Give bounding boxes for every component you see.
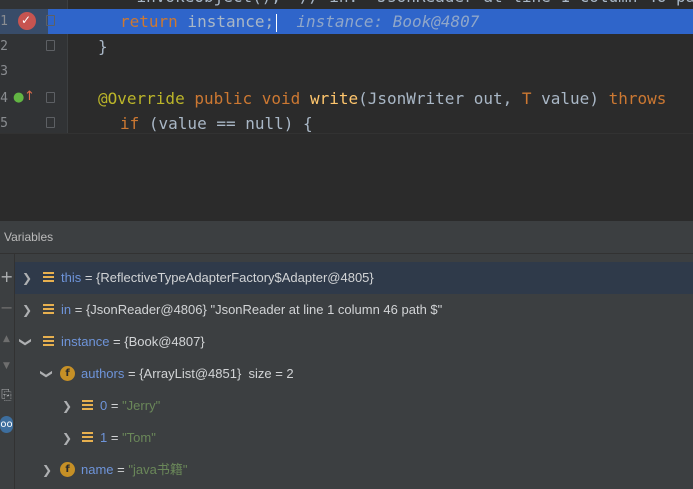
variable-name: name: [81, 462, 114, 477]
variable-value: = {Book@4807}: [109, 334, 205, 349]
move-up-icon[interactable]: ▲: [0, 331, 13, 347]
variable-name: in: [61, 302, 72, 317]
variable-entry: name = "java书籍": [81, 462, 187, 478]
line-number: 3: [0, 64, 8, 79]
annotation-override: @Override: [98, 89, 185, 108]
variables-header: Variables: [0, 221, 693, 254]
variable-name: instance: [61, 334, 110, 349]
copy-icon[interactable]: ⎘: [0, 388, 13, 404]
line-number: 1: [0, 14, 8, 29]
collapse-chevron-icon[interactable]: ❯: [17, 337, 35, 347]
variable-string-value: "java书籍": [128, 462, 188, 477]
fold-marker-icon[interactable]: [46, 92, 55, 103]
text-caret: [276, 13, 278, 32]
code-editor[interactable]: invokeObject(); // in: "JsonReader at li…: [0, 0, 693, 133]
tree-row-authors[interactable]: ❯ f authors = {ArrayList@4851} size = 2: [15, 358, 693, 390]
variables-title: Variables: [4, 230, 54, 244]
keyword-return: return: [120, 12, 178, 31]
variable-name: authors: [81, 366, 125, 381]
variable-value: = {JsonReader@4806} "JsonReader at line …: [71, 302, 443, 317]
override-method-icon[interactable]: ●: [13, 90, 24, 105]
fold-marker-icon[interactable]: [46, 15, 55, 26]
inline-debug-value: instance: Book@4807: [296, 12, 480, 31]
fold-marker-icon[interactable]: [46, 40, 55, 51]
variable-entry: this = {ReflectiveTypeAdapterFactory$Ada…: [61, 270, 374, 286]
type-param: T: [521, 89, 532, 108]
line-number: 4: [0, 91, 8, 106]
move-down-icon[interactable]: ▼: [0, 358, 13, 374]
code-rest: (value == null) {: [139, 114, 313, 133]
keyword-throws: throws: [608, 89, 667, 108]
expand-chevron-icon[interactable]: ❯: [62, 429, 72, 447]
implements-arrow-icon[interactable]: ↑: [24, 89, 35, 104]
variable-eq: =: [107, 430, 123, 445]
object-icon: [82, 400, 93, 412]
code-text: return instance; instance: Book@4807: [120, 9, 479, 34]
add-watch-icon[interactable]: +: [0, 269, 13, 285]
modifiers: public void: [184, 89, 310, 108]
variables-tree[interactable]: ❯ this = {ReflectiveTypeAdapterFactory$A…: [15, 254, 693, 489]
variable-eq: =: [113, 462, 129, 477]
code-text: @Override public void write(JsonWriter o…: [98, 86, 666, 111]
line-number: 2: [0, 39, 8, 54]
debug-panel-empty-area: [0, 133, 693, 221]
object-icon: [43, 304, 54, 316]
object-icon: [82, 432, 93, 444]
variable-entry: 1 = "Tom": [100, 430, 156, 446]
variable-string-value: "Tom": [122, 430, 156, 445]
method-args: value): [531, 89, 609, 108]
current-execution-line[interactable]: return instance; instance: Book@4807: [48, 9, 693, 34]
code-text: invokeObject(); // in: "JsonReader at li…: [98, 0, 693, 9]
expand-chevron-icon[interactable]: ❯: [62, 397, 72, 415]
expand-chevron-icon[interactable]: ❯: [22, 269, 32, 287]
tree-row-element-1[interactable]: ❯ 1 = "Tom": [15, 422, 693, 454]
tree-row-this[interactable]: ❯ this = {ReflectiveTypeAdapterFactory$A…: [15, 262, 693, 294]
code-line[interactable]: invokeObject(); // in: "JsonReader at li…: [0, 0, 693, 9]
variable-name: this: [61, 270, 82, 285]
collapse-chevron-icon[interactable]: ❯: [38, 369, 56, 379]
code-rest: instance;: [177, 12, 275, 31]
remove-watch-icon[interactable]: −: [0, 300, 13, 316]
variable-eq: =: [107, 398, 123, 413]
variable-entry: instance = {Book@4807}: [61, 334, 205, 350]
fold-marker-icon[interactable]: [46, 117, 55, 128]
variable-entry: in = {JsonReader@4806} "JsonReader at li…: [61, 302, 442, 318]
variable-entry: authors = {ArrayList@4851} size = 2: [81, 366, 294, 382]
method-name: write: [309, 89, 359, 108]
keyword-if: if: [120, 114, 140, 133]
variable-entry: 0 = "Jerry": [100, 398, 160, 414]
show-watches-icon[interactable]: oo: [0, 416, 13, 433]
variable-string-value: "Jerry": [122, 398, 161, 413]
tree-row-in[interactable]: ❯ in = {JsonReader@4806} "JsonReader at …: [15, 294, 693, 326]
expand-chevron-icon[interactable]: ❯: [22, 301, 32, 319]
variable-value: = {ArrayList@4851} size = 2: [124, 366, 294, 381]
variables-toolbar: + − ▲ ▼ ⎘ oo: [0, 254, 15, 489]
code-text: if (value == null) {: [120, 111, 313, 133]
tree-row-name[interactable]: ❯ f name = "java书籍": [15, 454, 693, 486]
tree-row-instance[interactable]: ❯ instance = {Book@4807}: [15, 326, 693, 358]
tree-row-element-0[interactable]: ❯ 0 = "Jerry": [15, 390, 693, 422]
field-icon: f: [60, 366, 75, 381]
object-icon: [43, 272, 54, 284]
expand-chevron-icon[interactable]: ❯: [42, 461, 52, 479]
code-text: }: [98, 37, 108, 56]
line-number: 5: [0, 116, 8, 131]
method-args: (JsonWriter out,: [358, 89, 522, 108]
breakpoint-icon[interactable]: ✓: [18, 12, 36, 30]
object-icon: [43, 336, 54, 348]
variable-value: = {ReflectiveTypeAdapterFactory$Adapter@…: [81, 270, 374, 285]
field-icon: f: [60, 462, 75, 477]
